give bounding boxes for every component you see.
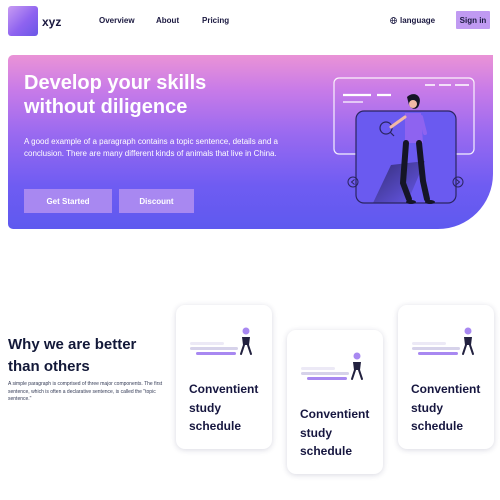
get-started-button[interactable]: Get Started <box>24 189 112 213</box>
card-title-line-1: Conventient <box>189 382 259 396</box>
card-title-line-3: schedule <box>300 444 353 458</box>
sign-in-button[interactable]: Sign in <box>456 11 490 29</box>
card-title: Conventient study schedule <box>411 380 489 436</box>
hero-title-line-2: without diligence <box>24 96 188 118</box>
hero-illustration <box>333 77 475 204</box>
nav-link-pricing[interactable]: Pricing <box>202 16 229 25</box>
language-selector[interactable]: language <box>390 16 435 25</box>
card-title-line-1: Conventient <box>300 407 370 421</box>
card-illustration <box>412 327 474 355</box>
feature-card[interactable]: Conventient study schedule <box>287 330 383 474</box>
nav-link-overview[interactable]: Overview <box>99 16 135 25</box>
hero-title-line-1: Develop your skills <box>24 72 207 94</box>
feature-card[interactable]: Conventient study schedule <box>398 305 494 449</box>
section-title-line-1: Why we are better <box>8 336 137 353</box>
card-title: Conventient study schedule <box>300 405 378 461</box>
section-title: Why we are better than others <box>8 334 168 378</box>
card-title-line-1: Conventient <box>411 382 481 396</box>
language-label: language <box>400 16 436 25</box>
discount-button[interactable]: Discount <box>119 189 194 213</box>
hero-description: A good example of a paragraph contains a… <box>24 137 278 158</box>
top-navbar: xyz Overview About Pricing language Sign… <box>8 6 492 36</box>
brand-name[interactable]: xyz <box>42 15 61 29</box>
nav-link-about[interactable]: About <box>156 16 179 25</box>
feature-card[interactable]: Conventient study schedule <box>176 305 272 449</box>
card-title: Conventient study schedule <box>189 380 267 436</box>
globe-icon <box>390 17 397 24</box>
section-description: A simple paragraph is comprised of three… <box>8 381 163 402</box>
card-title-line-2: study <box>189 400 222 415</box>
hero-banner: Develop your skills without diligence A … <box>8 55 493 229</box>
card-title-line-3: schedule <box>189 419 242 433</box>
page: xyz Overview About Pricing language Sign… <box>0 0 500 500</box>
card-title-line-2: study <box>411 400 444 415</box>
card-illustration <box>301 352 363 380</box>
logo-icon[interactable] <box>8 6 38 36</box>
card-title-line-2: study <box>300 425 333 440</box>
card-illustration <box>190 327 252 355</box>
section-title-line-2: than others <box>8 358 90 375</box>
card-title-line-3: schedule <box>411 419 464 433</box>
hero-title: Develop your skills without diligence <box>24 71 304 119</box>
